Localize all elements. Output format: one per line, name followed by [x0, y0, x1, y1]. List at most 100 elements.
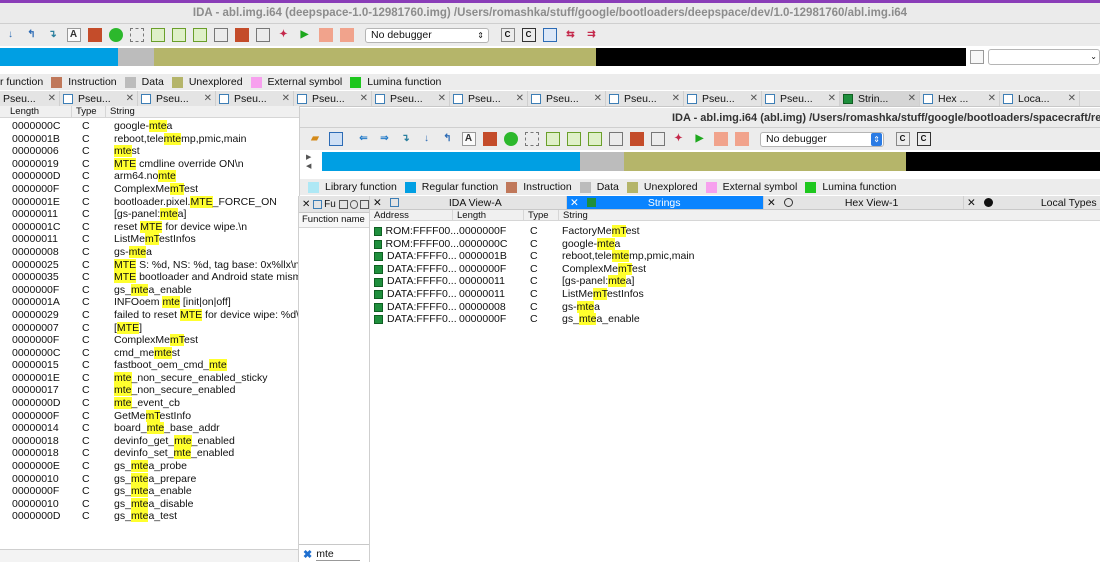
mark-icon[interactable]: [213, 28, 228, 42]
play-icon[interactable]: ▶: [693, 132, 707, 146]
bg-tab[interactable]: Pseu... ✕: [762, 91, 840, 106]
close-icon[interactable]: ✕: [967, 197, 976, 209]
bg-tab[interactable]: Strin... ✕: [840, 91, 920, 106]
bg-tab[interactable]: Pseu... ✕: [60, 91, 138, 106]
play-icon[interactable]: ▶: [298, 28, 312, 42]
table-row[interactable]: 00000011 C ListMemTestInfos: [0, 233, 299, 246]
breakpoint-icon[interactable]: [234, 28, 249, 42]
table-row[interactable]: 00000007 C [MTE]: [0, 321, 299, 335]
fg-nav-arrows[interactable]: ▶ ◀: [306, 153, 318, 171]
bg-tab[interactable]: Hex ... ✕: [920, 91, 1000, 106]
tab-strings[interactable]: ✕ Strings: [567, 196, 764, 209]
bg-tab[interactable]: Loca... ✕: [1000, 91, 1080, 106]
table-row[interactable]: 0000000F Cgs_mtea_enable: [0, 283, 299, 297]
back-arrow-icon[interactable]: ⇐: [357, 132, 371, 146]
mark-icon[interactable]: [608, 132, 623, 146]
close-filter-icon[interactable]: ✖: [303, 548, 312, 561]
close-icon[interactable]: ✕: [988, 93, 996, 104]
select-icon[interactable]: [524, 132, 539, 146]
tab-ida-view-a[interactable]: ✕ IDA View-A: [370, 196, 567, 209]
table-row[interactable]: 00000029 Cfailed to reset MTE for device …: [0, 308, 299, 322]
bg-combo-right[interactable]: ⌄: [988, 49, 1100, 65]
table-row[interactable]: 0000001C Creset MTE for device wipe.\n: [0, 220, 299, 234]
arrow-down-icon[interactable]: ↓: [4, 28, 18, 42]
bg-tab[interactable]: Pseu... ✕: [294, 91, 372, 106]
table-row[interactable]: 00000019 C MTE cmdline override ON\n: [0, 157, 299, 171]
bg-tab[interactable]: Pseu... ✕: [528, 91, 606, 106]
bg-tab[interactable]: Pseu... ✕: [372, 91, 450, 106]
bg-tab[interactable]: Pseu... ✕: [606, 91, 684, 106]
close-icon[interactable]: ✕: [48, 93, 56, 104]
arrow-down-icon[interactable]: ↓: [420, 132, 434, 146]
close-icon[interactable]: ✕: [570, 197, 579, 209]
close-icon[interactable]: ✕: [672, 93, 680, 104]
table-row[interactable]: DATA:FFFF0... 00000011 C ListMemTestInfos: [370, 287, 1100, 301]
close-icon[interactable]: ✕: [828, 93, 836, 104]
save-icon[interactable]: [329, 132, 343, 146]
forward-arrow-icon[interactable]: ⇒: [378, 132, 392, 146]
text-icon[interactable]: A: [461, 132, 476, 146]
table-row[interactable]: 0000001A C INFOoem mte [init|on|off]: [0, 296, 299, 309]
table-row[interactable]: DATA:FFFF0... 0000000F C ComplexMemTest: [370, 262, 1100, 276]
hide-icon[interactable]: [255, 28, 270, 42]
bg-tab[interactable]: Pseu... ✕: [138, 91, 216, 106]
table-row[interactable]: 0000000F C GetMemTestInfo: [0, 409, 299, 423]
bg-navigation-band[interactable]: [0, 48, 966, 66]
table-row[interactable]: 0000001E Cbootloader.pixel.MTE_FORCE_ON: [0, 195, 299, 209]
arrow-back-icon[interactable]: ↰: [25, 28, 39, 42]
table-row[interactable]: 00000035 C MTE bootloader and Android stat…: [0, 271, 299, 284]
table-row[interactable]: 00000011 C [gs-panel:mtea]: [0, 208, 299, 221]
close-icon[interactable]: ✕: [204, 93, 212, 104]
table-row[interactable]: 0000000D Cmte_event_cb: [0, 397, 299, 410]
table-row[interactable]: 00000017 Cmte_non_secure_enabled: [0, 384, 299, 397]
bg-tab[interactable]: Pseu... ✕: [216, 91, 294, 106]
col-address[interactable]: Address: [370, 210, 453, 221]
hide-icon[interactable]: [650, 132, 665, 146]
tab-hex-view-1[interactable]: ✕ Hex View-1: [764, 196, 964, 209]
bg-nav-options[interactable]: [970, 50, 984, 64]
bg-debugger-select[interactable]: No debugger ⇕: [365, 27, 489, 43]
close-icon[interactable]: ✕: [126, 93, 134, 104]
float-icon[interactable]: [360, 199, 369, 209]
text-icon[interactable]: A: [66, 28, 81, 42]
filter-input[interactable]: mte: [316, 548, 361, 561]
col-type[interactable]: Type: [72, 106, 106, 117]
table-row[interactable]: 00000010 Cgs_mtea_prepare: [0, 472, 299, 486]
close-icon[interactable]: ✕: [594, 93, 602, 104]
col-string[interactable]: String: [106, 106, 299, 117]
table-row[interactable]: 0000000F C ComplexMemTest: [0, 334, 299, 347]
table-row[interactable]: 00000014 Cboard_mte_base_addr: [0, 422, 299, 435]
table-row[interactable]: 0000000D C arm64.nomte: [0, 170, 299, 183]
dock-icon[interactable]: [338, 199, 348, 209]
table-row[interactable]: 0000000E Cgs_mtea_probe: [0, 460, 299, 473]
data-icon[interactable]: [545, 132, 560, 146]
table-row[interactable]: DATA:FFFF0... 0000001B Creboot,telemtemp,p…: [370, 250, 1100, 263]
table-row[interactable]: 0000001B Creboot,telemtemp,pmic,main: [0, 132, 299, 146]
tab-local-types[interactable]: ✕ Local Types: [964, 196, 1100, 209]
bg-tab[interactable]: Pseu... ✕: [684, 91, 762, 106]
bg-tab[interactable]: Pseu... ✕: [0, 91, 60, 106]
stop-icon[interactable]: [339, 28, 354, 42]
table-row[interactable]: 00000006 Cmtest: [0, 145, 299, 158]
step-into-icon[interactable]: ↴: [46, 28, 60, 42]
table-row[interactable]: 00000025 C MTE S: %d, NS: %d, tag base: 0x…: [0, 258, 299, 272]
options-icon[interactable]: [349, 199, 359, 209]
green-circle-icon[interactable]: [503, 132, 518, 146]
copy2-icon[interactable]: C: [521, 28, 536, 42]
close-icon[interactable]: ✕: [908, 93, 916, 104]
col-type[interactable]: Type: [524, 210, 559, 221]
table-row[interactable]: ROM:FFFF00... 0000000F C FactoryMemTest: [370, 225, 1100, 238]
bg-tab[interactable]: Pseu... ✕: [450, 91, 528, 106]
step-icon[interactable]: ↴: [399, 132, 413, 146]
pause-icon[interactable]: [318, 28, 333, 42]
table-row[interactable]: 00000008 Cgs-mtea: [0, 245, 299, 259]
table-row[interactable]: 0000001E Cmte_non_secure_enabled_sticky: [0, 371, 299, 385]
enum-icon[interactable]: [192, 28, 207, 42]
red-block-icon[interactable]: [482, 132, 497, 146]
patch-icon[interactable]: ✦: [277, 28, 291, 42]
arrow-back-icon[interactable]: ↰: [441, 132, 455, 146]
close-icon[interactable]: ✕: [302, 199, 310, 210]
pause-icon[interactable]: [713, 132, 728, 146]
copy-icon[interactable]: C: [895, 132, 910, 146]
table-row[interactable]: DATA:FFFF0... 00000008 Cgs-mtea: [370, 300, 1100, 314]
